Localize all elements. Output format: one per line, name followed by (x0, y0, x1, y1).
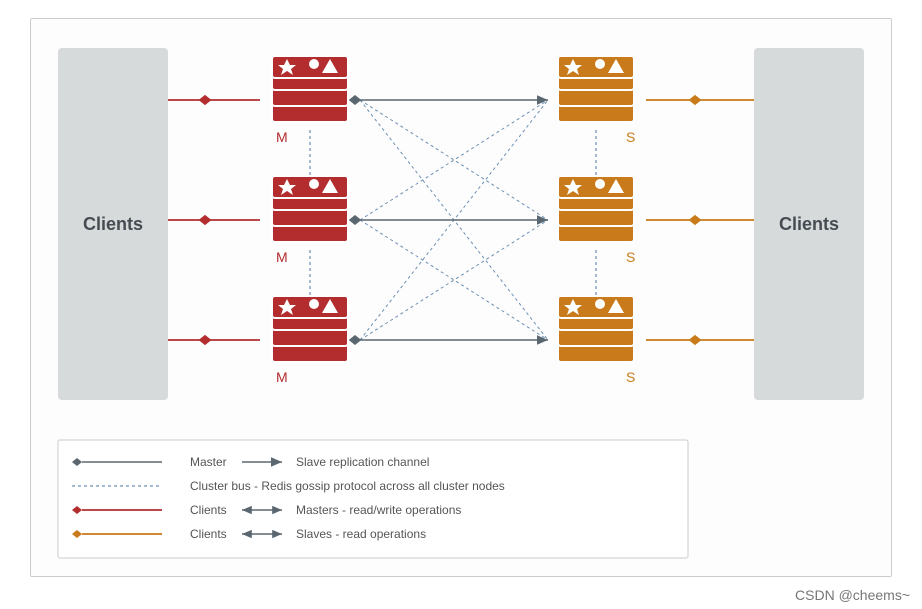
architecture-diagram: Clients Clients (0, 0, 922, 609)
legend-clients-slave-label: Slaves - read operations (296, 527, 426, 541)
legend-cluster-bus-label: Cluster bus - Redis gossip protocol acro… (190, 479, 505, 493)
legend-master-label: Master (190, 455, 227, 469)
client-master-lines (168, 96, 260, 344)
clients-left-label: Clients (83, 214, 143, 234)
legend-clients-master-prefix: Clients (190, 503, 227, 517)
slave-label: S (626, 129, 635, 145)
clients-left-panel: Clients (58, 48, 168, 400)
clients-right-label: Clients (779, 214, 839, 234)
slave-node: S (558, 176, 635, 265)
master-label: M (276, 369, 288, 385)
legend: Master Slave replication channel Cluster… (58, 440, 688, 558)
legend-replication-label: Slave replication channel (296, 455, 429, 469)
slave-label: S (626, 249, 635, 265)
client-slave-lines (646, 96, 754, 344)
slave-node: S (558, 296, 635, 385)
clients-right-panel: Clients (754, 48, 864, 400)
master-label: M (276, 129, 288, 145)
watermark: CSDN @cheems~ (795, 587, 910, 603)
replication-lines (350, 96, 548, 344)
master-label: M (276, 249, 288, 265)
legend-clients-master-label: Masters - read/write operations (296, 503, 461, 517)
slave-node: S (558, 56, 635, 145)
legend-clients-slave-prefix: Clients (190, 527, 227, 541)
master-node: M (272, 296, 348, 385)
slave-label: S (626, 369, 635, 385)
